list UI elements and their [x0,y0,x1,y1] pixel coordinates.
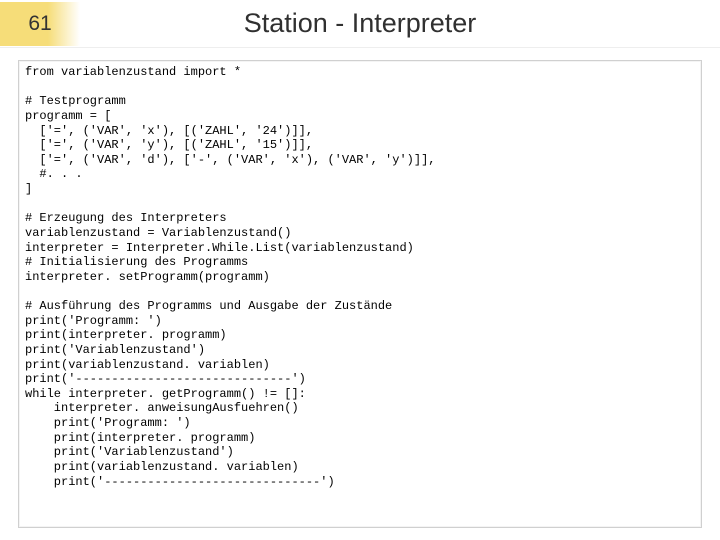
slide-header: 61 Station - Interpreter [0,0,720,48]
code-frame: from variablenzustand import * # Testpro… [18,60,702,528]
slide: 61 Station - Interpreter from variablenz… [0,0,720,540]
code-block: from variablenzustand import * # Testpro… [25,65,695,489]
slide-title: Station - Interpreter [80,8,720,39]
slide-number: 61 [0,2,80,46]
